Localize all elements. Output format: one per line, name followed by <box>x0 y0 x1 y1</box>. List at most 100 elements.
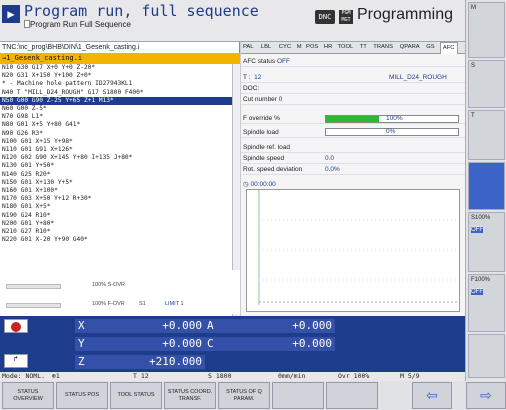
axis-x: X +0.000 <box>75 319 205 333</box>
axis-a: A +0.000 <box>205 319 335 333</box>
tab-pos[interactable]: POS <box>306 44 318 50</box>
mode-title: Program run, full sequence <box>24 2 259 20</box>
speed-dev-row: Rot. speed deviation 0.0% <box>241 164 465 175</box>
softkey-2[interactable]: TOOL STATUS <box>110 382 162 409</box>
tab-lbl[interactable]: LBL <box>261 44 271 50</box>
arrow-right-icon: ⇨ <box>480 387 492 403</box>
tab-gs[interactable]: GS <box>426 44 434 50</box>
side-extra-key[interactable] <box>468 334 505 378</box>
program-line[interactable]: N220 G01 X-20 Y+90 G40* <box>0 236 232 244</box>
tab-trans[interactable]: TRANS <box>373 44 393 50</box>
doc-row: DOC: <box>241 83 465 94</box>
header-bar: ▶ Program run, full sequence Program Run… <box>0 0 465 42</box>
status-mode: Mode: NOML. <box>2 372 46 380</box>
softkey-empty[interactable] <box>272 382 324 409</box>
program-line[interactable]: N190 G24 R10* <box>0 212 232 220</box>
softkey-4[interactable]: STATUS OF Q PARAM. <box>218 382 270 409</box>
softkey-0[interactable]: STATUS OVERVIEW <box>2 382 54 409</box>
axis-c: C +0.000 <box>205 337 335 351</box>
program-line[interactable]: N150 G01 X+130 Y+5* <box>0 179 232 187</box>
tab-tt[interactable]: TT <box>360 44 367 50</box>
program-line[interactable]: N60 G00 Z-5* <box>0 105 232 113</box>
afc-chart <box>246 189 460 312</box>
spindle-load-value: 0% <box>386 128 396 135</box>
tab-hr[interactable]: HR <box>324 44 332 50</box>
status-axes-icon: ⊕1 <box>52 372 60 380</box>
status-tabs: PAL LBL CYC M POS HR TOOL TT TRANS QPARA GS AFC <box>241 42 465 54</box>
program-line[interactable]: N130 G01 Y+50* <box>0 162 232 170</box>
limit-label: LIMIT 1 <box>165 301 184 307</box>
program-line[interactable]: N10 G30 G17 X+0 Y+0 Z-20* <box>0 64 232 72</box>
afc-chart-svg <box>258 190 457 305</box>
program-line[interactable]: N200 G01 Y+80* <box>0 220 232 228</box>
spindle-override-key[interactable]: S100% OFF <box>468 212 505 272</box>
program-line[interactable]: N80 G01 X+5 Y+80 G41* <box>0 121 232 129</box>
spindle-speed-row: Spindle speed 0.0 <box>241 153 465 164</box>
next-key[interactable]: ⇨ <box>466 382 506 409</box>
axis-y: Y +0.000 <box>75 337 205 351</box>
s-override-bar <box>6 284 61 289</box>
tab-afc[interactable]: AFC <box>439 42 458 54</box>
program-line[interactable]: N20 G31 X+150 Y+100 Z+0* <box>0 72 232 80</box>
program-run-icon: ▶ <box>2 5 20 23</box>
blank-key[interactable] <box>468 162 505 210</box>
program-name: →1_Gesenk_casting.i <box>0 53 240 64</box>
feed-override-value: 100% <box>386 115 403 122</box>
tool-row: T : 12 MILL_D24_ROUGH <box>241 72 465 83</box>
softkey-empty[interactable] <box>326 382 378 409</box>
spindle-load-bar: 0% <box>325 128 459 136</box>
f-override-bar <box>6 303 61 308</box>
status-feed: 0mm/min <box>278 372 306 380</box>
m-function-key[interactable]: M <box>468 2 505 58</box>
feed-override-bar: 100% <box>325 115 459 123</box>
program-line[interactable]: N140 G25 R20* <box>0 171 232 179</box>
tab-cyc[interactable]: CYC <box>279 44 291 50</box>
status-ovr: Ovr 100% <box>338 372 370 380</box>
program-line[interactable]: N170 G03 X+50 Y+12 R+30* <box>0 195 232 203</box>
status-panel: PAL LBL CYC M POS HR TOOL TT TRANS QPARA GS AFC AFC… <box>241 42 465 316</box>
tab-qpara[interactable]: QPARA <box>400 44 420 50</box>
alert-icon[interactable] <box>4 319 28 333</box>
mode-subtitle: Program Run Full Sequence <box>30 20 131 29</box>
program-line[interactable]: N40 T "MILL_D24_ROUGH" G17 S1800 F400* <box>0 89 232 97</box>
program-line[interactable]: * - Machine hole pattern ID27943KL1 <box>0 80 232 88</box>
status-m: M 5/9 <box>400 372 420 380</box>
program-line[interactable]: N120 G02 G90 X+145 Y+80 I+135 J+80* <box>0 154 232 162</box>
cut-row: Cut number 0 <box>241 94 465 105</box>
program-line[interactable]: N50 G00 G90 Z-25 Y+65 Z+1 M13* <box>0 96 232 105</box>
tab-m[interactable]: M <box>297 44 302 50</box>
program-line[interactable]: N100 G01 X+15 Y+98* <box>0 138 232 146</box>
afc-status-row: AFC status OFF <box>241 56 465 67</box>
program-line[interactable]: N210 G27 R10* <box>0 228 232 236</box>
f-override-label: 100% F-OVR <box>92 301 125 307</box>
s1-label: S1 <box>139 301 146 307</box>
status-bar: Mode: NOML. ⊕1 T 12 S 1800 0mm/min Ovr 1… <box>0 372 465 381</box>
tab-pal[interactable]: PAL <box>243 44 254 50</box>
t-function-key[interactable]: T <box>468 110 505 160</box>
override-panel: 100% S-OVR 100% F-OVR S1 LIMIT 1 <box>0 270 240 314</box>
softkey-bar: STATUS OVERVIEW STATUS POS TOOL STATUS STAT… <box>0 381 506 410</box>
programming-label[interactable]: Programming <box>357 6 453 24</box>
program-line[interactable]: N110 G01 G91 X+126* <box>0 146 232 154</box>
s-function-key[interactable]: S <box>468 60 505 108</box>
program-line[interactable]: N160 G01 X+100* <box>0 187 232 195</box>
feed-override-fill <box>326 116 379 122</box>
status-tool: T 12 <box>133 372 149 380</box>
position-display: ↱ X +0.000 A +0.000 Y +0.000 C +0.000 Z +210.000 <box>0 316 465 372</box>
softkey-3[interactable]: STATUS COORD. TRANSF. <box>164 382 216 409</box>
spindle-ref-row: Spindle ref. load <box>241 142 465 153</box>
softkey-1[interactable]: STATUS POS <box>56 382 108 409</box>
program-path: TNC:\nc_prog\BHB\DIN\1_Gesenk_casting.i <box>2 44 140 51</box>
dnc-icon[interactable]: DNC <box>315 10 335 24</box>
feed-override-key[interactable]: F100% OFF <box>468 274 505 332</box>
tab-tool[interactable]: TOOL <box>338 44 354 50</box>
program-line[interactable]: N180 G01 X+5* <box>0 203 232 211</box>
program-line[interactable]: N70 G98 L1* <box>0 113 232 121</box>
pgm-mgt-icon[interactable]: PGM MGT <box>339 10 353 24</box>
program-line[interactable]: N90 G26 R3* <box>0 130 232 138</box>
arrow-left-icon: ⇦ <box>426 387 438 403</box>
status-spindle: S 1800 <box>208 372 232 380</box>
side-softkey-bar: M S T S100% OFF F100% OFF <box>465 0 506 410</box>
axis-z: Z +210.000 <box>75 355 205 369</box>
back-key[interactable]: ⇦ <box>412 382 452 409</box>
